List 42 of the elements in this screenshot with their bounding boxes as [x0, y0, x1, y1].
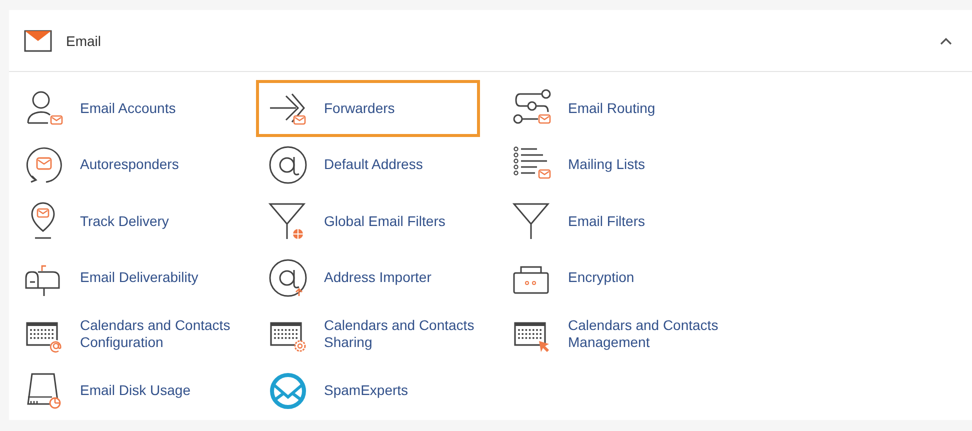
tool-label: Global Email Filters — [324, 212, 446, 230]
tool-label: Calendars and Contacts Configuration — [80, 317, 232, 352]
tool-label: Address Importer — [324, 269, 432, 286]
tool-label: Email Routing — [568, 100, 656, 117]
tool-link[interactable]: Track Delivery — [12, 193, 236, 250]
tool-label: Email Deliverability — [80, 269, 200, 286]
tool-link[interactable]: Email Deliverability — [12, 250, 236, 306]
tool-link[interactable]: Encryption — [500, 250, 724, 306]
tool-link[interactable]: Mailing Lists — [500, 136, 724, 193]
tool-link[interactable]: Email Accounts — [12, 80, 236, 136]
tool-label: Encryption — [568, 269, 636, 286]
tool-label: Email Filters — [568, 212, 646, 230]
tool-link[interactable]: Global Email Filters — [256, 193, 480, 250]
at-sign-icon — [268, 144, 308, 185]
tool-link[interactable]: Default Address — [256, 136, 480, 193]
panel-title: Email — [66, 32, 102, 48]
tool-label: Autoresponders — [80, 156, 180, 174]
tool-label: Default Address — [324, 156, 424, 174]
tool-label: Track Delivery — [80, 212, 170, 230]
tool-link[interactable]: SpamExperts — [256, 362, 480, 419]
envelope-circle-icon — [268, 370, 308, 411]
tool-label: SpamExperts — [324, 382, 410, 400]
funnel-globe-icon — [268, 201, 308, 242]
tool-link[interactable]: Address Importer — [256, 250, 480, 306]
tool-label: Forwarders — [324, 100, 396, 117]
tool-label: Mailing Lists — [568, 156, 646, 174]
tool-label: Email Disk Usage — [80, 382, 192, 400]
tool-link[interactable]: Forwarders — [256, 80, 480, 136]
tool-link[interactable]: Autoresponders — [12, 136, 236, 193]
tool-link[interactable]: Calendars and Contacts Configuration — [12, 306, 236, 362]
funnel-icon — [512, 201, 552, 242]
tool-label: Calendars and Contacts Sharing — [324, 317, 476, 352]
tool-link[interactable]: Calendars and Contacts Management — [500, 306, 724, 362]
tool-label: Calendars and Contacts Management — [568, 317, 720, 352]
chevron-icon[interactable] — [940, 36, 952, 44]
tool-link[interactable]: Email Routing — [500, 80, 724, 136]
tool-link[interactable]: Calendars and Contacts Sharing — [256, 306, 480, 362]
mail-circle-arrow-icon — [24, 144, 64, 185]
tool-label: Email Accounts — [80, 100, 177, 117]
tool-link[interactable]: Email Filters — [500, 193, 724, 250]
tool-link[interactable]: Email Disk Usage — [12, 362, 236, 419]
envelope-icon — [24, 30, 52, 52]
